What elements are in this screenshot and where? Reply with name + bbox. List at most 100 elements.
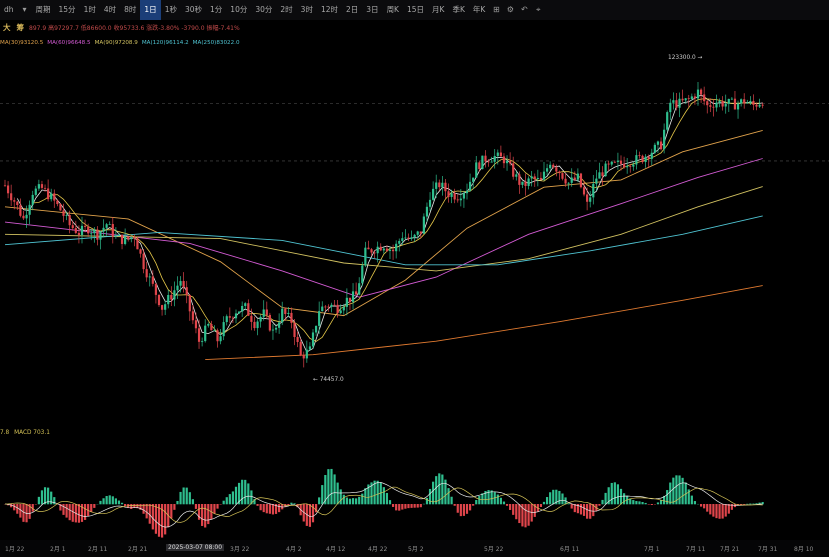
chevron-down-icon[interactable]: ▾ <box>18 0 32 20</box>
interval-13[interactable]: 2日 <box>342 0 362 20</box>
candle-body <box>462 193 466 199</box>
interval-6[interactable]: 30秒 <box>181 0 206 20</box>
interval-1[interactable]: 1时 <box>80 0 100 20</box>
candle-body <box>225 316 228 323</box>
candle-body <box>244 303 247 306</box>
macd-histogram-bar <box>22 504 25 522</box>
candle-body <box>278 322 281 328</box>
candle-body <box>31 194 34 205</box>
interval-0[interactable]: 15分 <box>55 0 80 20</box>
price-chart[interactable]: 123300.0 → ← 74457.0 <box>0 34 829 540</box>
interval-18[interactable]: 季K <box>448 0 468 20</box>
candle-body <box>736 103 740 110</box>
chip-distribution-button[interactable]: 筹 <box>14 22 28 33</box>
candle-body <box>74 228 77 233</box>
candle-body <box>487 161 490 163</box>
interval-17[interactable]: 月K <box>428 0 448 20</box>
macd-histogram-bar <box>398 504 401 511</box>
interval-7[interactable]: 1分 <box>206 0 226 20</box>
timeframe-toolbar: dh ▾ 周期 15分 1时 4时 8时 1日 1秒 30秒 1分 10分 30分 2时 3时 12时 2… <box>0 0 829 20</box>
macd-histogram-bar <box>182 487 185 505</box>
candle-body <box>197 328 201 342</box>
interval-5[interactable]: 1秒 <box>161 0 181 20</box>
candle-body <box>333 304 336 306</box>
candle-body <box>622 163 626 168</box>
candle-body <box>709 105 712 107</box>
candle-body <box>610 161 613 165</box>
interval-16[interactable]: 15日 <box>403 0 428 20</box>
candle-body <box>391 249 395 252</box>
candle-body <box>40 184 44 188</box>
low-price-label: ← 74457.0 <box>313 377 344 383</box>
candle-body <box>733 98 737 110</box>
candle-body <box>545 168 549 172</box>
macd-prefix: 7.8 <box>0 430 10 436</box>
macd-histogram-bar <box>425 497 429 505</box>
macd-histogram-bar <box>589 504 592 519</box>
macd-histogram-bar <box>468 504 472 511</box>
macd-histogram-bar <box>105 495 108 505</box>
macd-histogram-bar <box>524 504 527 528</box>
candle-body <box>222 322 225 337</box>
undo-icon[interactable]: ↶ <box>517 0 531 20</box>
candle-body <box>696 89 700 99</box>
macd-histogram-bar <box>244 479 247 505</box>
candle-body <box>234 313 238 319</box>
macd-histogram-bar <box>271 504 275 515</box>
candle-body <box>684 98 687 101</box>
macd-histogram-bar <box>355 498 358 505</box>
candle-body <box>216 330 219 342</box>
macd-histogram-bar <box>43 487 47 505</box>
macd-histogram-bar <box>231 491 235 505</box>
candle-body <box>351 291 355 302</box>
time-axis-label: 1月 22 <box>5 546 25 553</box>
macd-histogram-bar <box>432 481 435 505</box>
crosshair-icon[interactable]: ⌖ <box>531 0 545 20</box>
interval-10[interactable]: 2时 <box>276 0 296 20</box>
symbol-label[interactable]: dh <box>0 0 18 20</box>
macd-histogram-bar <box>351 498 355 505</box>
time-axis-label: 7月 1 <box>644 546 660 553</box>
candle-body <box>182 281 185 288</box>
candle-body <box>87 226 90 234</box>
candle-body <box>515 174 518 177</box>
candle-body <box>746 102 749 104</box>
macd-histogram-bar <box>650 504 653 505</box>
settings-icon[interactable]: ⚙ <box>503 0 517 20</box>
macd-histogram-bar <box>201 504 204 526</box>
draw-button-big[interactable]: 大 <box>0 22 14 33</box>
interval-14[interactable]: 3日 <box>362 0 382 20</box>
interval-8[interactable]: 10分 <box>226 0 251 20</box>
interval-15[interactable]: 周K <box>383 0 403 20</box>
macd-histogram-bar <box>678 475 681 505</box>
macd-histogram-bar <box>216 504 219 509</box>
macd-histogram-bar <box>333 474 336 505</box>
interval-4[interactable]: 1日 <box>140 0 161 20</box>
macd-histogram-bar <box>539 504 543 507</box>
macd-histogram-bar <box>530 504 533 522</box>
macd-histogram-bar <box>456 504 459 513</box>
interval-9[interactable]: 30分 <box>251 0 276 20</box>
candle-body <box>475 162 478 178</box>
time-axis-label: 5月 2 <box>408 546 424 553</box>
macd-histogram-bar <box>176 500 179 505</box>
interval-12[interactable]: 12时 <box>317 0 342 20</box>
candle-body <box>761 104 764 106</box>
macd-histogram-bar <box>37 496 40 505</box>
macd-histogram-bar <box>505 504 509 506</box>
candle-body <box>28 204 31 215</box>
macd-histogram-bar <box>545 497 549 505</box>
period-dropdown[interactable]: 周期 <box>32 0 55 20</box>
candle-body <box>219 336 222 342</box>
ohlc-readout: 897.9 高97297.7 低86600.0 收95733.6 涨跌-3.80… <box>29 24 240 32</box>
candle-body <box>509 160 512 164</box>
candle-body <box>582 187 586 195</box>
candle-body <box>447 191 450 197</box>
interval-3[interactable]: 8时 <box>120 0 140 20</box>
candle-body <box>176 285 179 291</box>
interval-11[interactable]: 3时 <box>297 0 317 20</box>
indicators-icon[interactable]: ⊞ <box>489 0 503 20</box>
macd-histogram-bar <box>582 504 586 516</box>
interval-19[interactable]: 年K <box>469 0 489 20</box>
interval-2[interactable]: 4时 <box>100 0 120 20</box>
